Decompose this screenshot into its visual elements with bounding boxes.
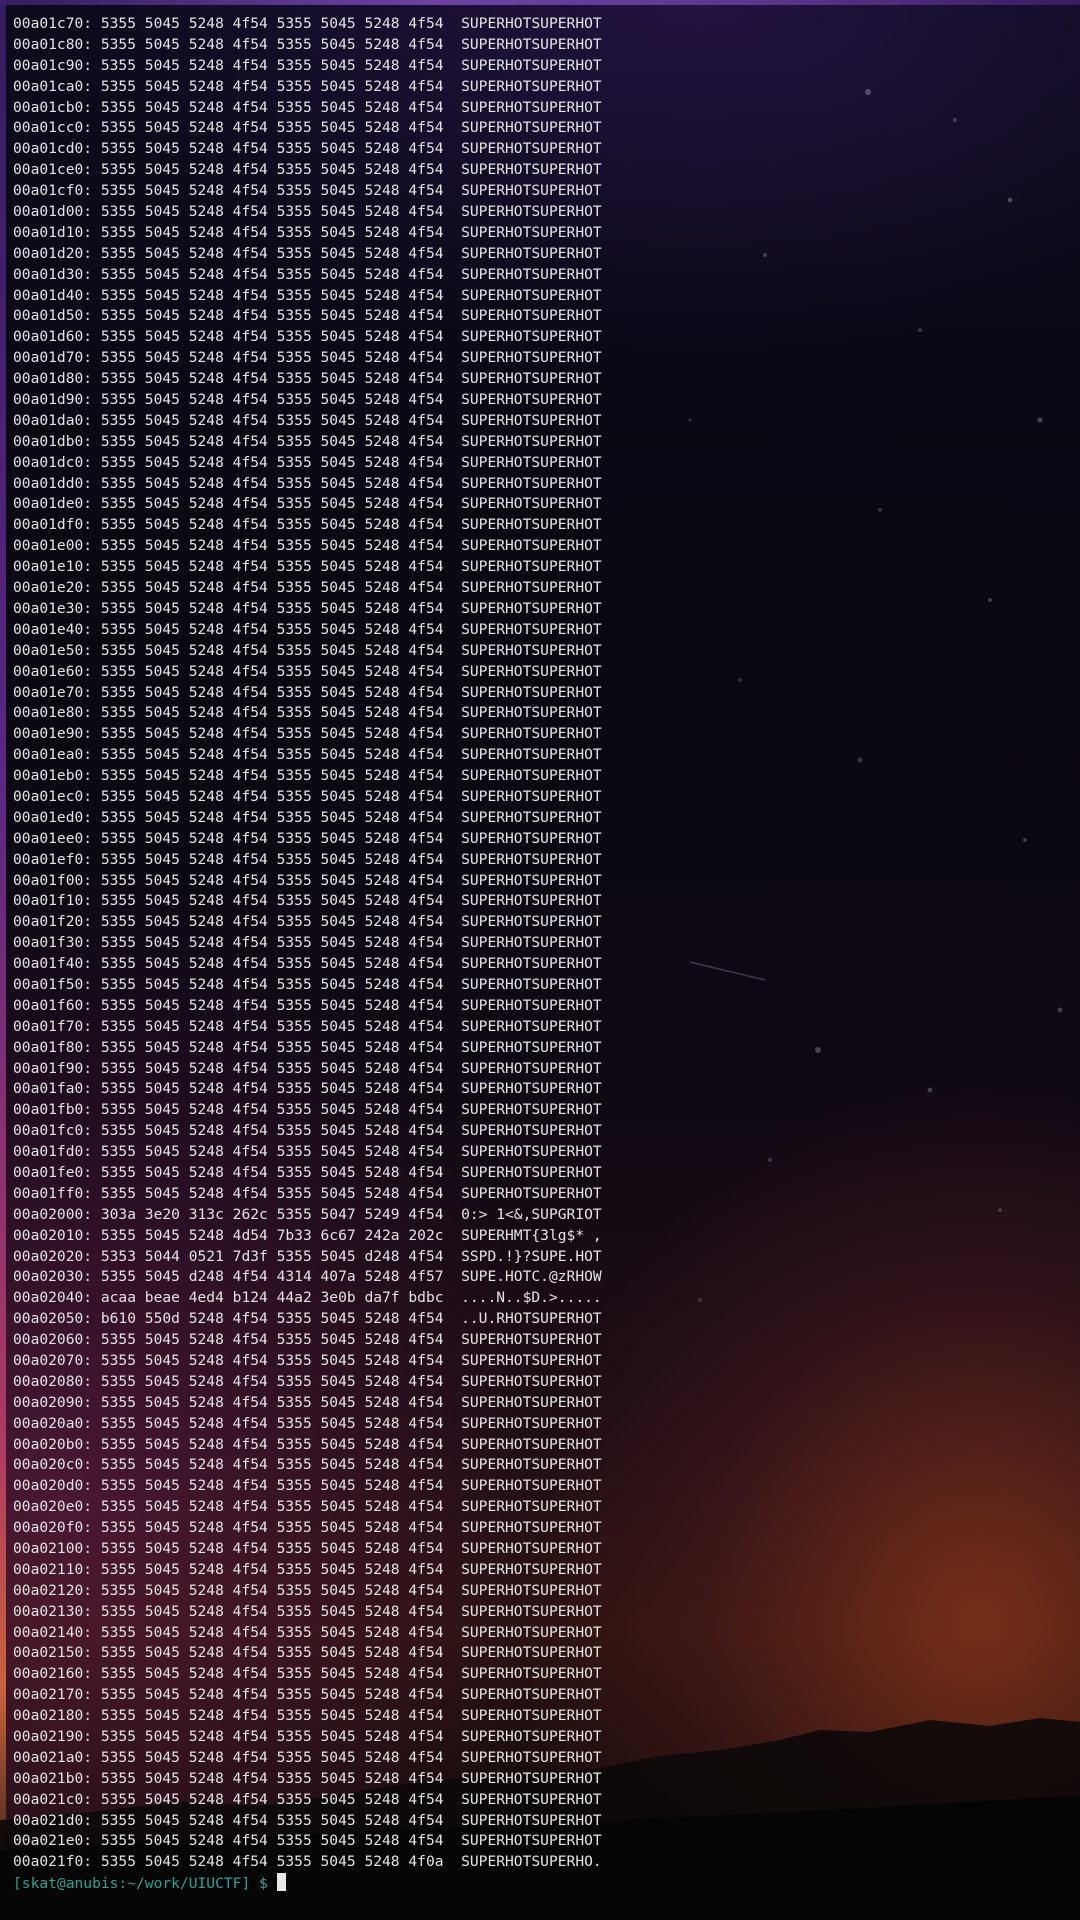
hexdump-line: 00a01d80: 5355 5045 5248 4f54 5355 5045 … xyxy=(13,370,602,388)
hexdump-line: 00a01e80: 5355 5045 5248 4f54 5355 5045 … xyxy=(13,704,602,722)
hexdump-line: 00a02140: 5355 5045 5248 4f54 5355 5045 … xyxy=(13,1623,602,1641)
hexdump-line: 00a021f0: 5355 5045 5248 4f54 5355 5045 … xyxy=(13,1853,602,1871)
hexdump-line: 00a01e30: 5355 5045 5248 4f54 5355 5045 … xyxy=(13,599,602,617)
hexdump-line: 00a02040: acaa beae 4ed4 b124 44a2 3e0b … xyxy=(13,1289,602,1307)
hexdump-line: 00a021c0: 5355 5045 5248 4f54 5355 5045 … xyxy=(13,1790,602,1808)
hexdump-line: 00a01eb0: 5355 5045 5248 4f54 5355 5045 … xyxy=(13,767,602,785)
hexdump-line: 00a01f40: 5355 5045 5248 4f54 5355 5045 … xyxy=(13,955,602,973)
hexdump-line: 00a01f60: 5355 5045 5248 4f54 5355 5045 … xyxy=(13,996,602,1014)
hexdump-line: 00a01cb0: 5355 5045 5248 4f54 5355 5045 … xyxy=(13,98,602,116)
hexdump-line: 00a01e00: 5355 5045 5248 4f54 5355 5045 … xyxy=(13,537,602,555)
hexdump-line: 00a02100: 5355 5045 5248 4f54 5355 5045 … xyxy=(13,1540,602,1558)
hexdump-output[interactable]: 00a01c70: 5355 5045 5248 4f54 5355 5045 … xyxy=(13,14,602,1894)
hexdump-line: 00a01d60: 5355 5045 5248 4f54 5355 5045 … xyxy=(13,328,602,346)
hexdump-line: 00a02060: 5355 5045 5248 4f54 5355 5045 … xyxy=(13,1331,602,1349)
hexdump-line: 00a02070: 5355 5045 5248 4f54 5355 5045 … xyxy=(13,1352,602,1369)
hexdump-line: 00a020e0: 5355 5045 5248 4f54 5355 5045 … xyxy=(13,1498,602,1516)
hexdump-line: 00a020c0: 5355 5045 5248 4f54 5355 5045 … xyxy=(13,1456,602,1474)
shell-prompt: [skat@anubis:~/work/UIUCTF] $ xyxy=(13,1875,277,1893)
hexdump-line: 00a01d40: 5355 5045 5248 4f54 5355 5045 … xyxy=(13,286,602,304)
hexdump-line: 00a01ef0: 5355 5045 5248 4f54 5355 5045 … xyxy=(13,850,602,868)
hexdump-line: 00a02020: 5353 5044 0521 7d3f 5355 5045 … xyxy=(13,1247,602,1265)
hexdump-line: 00a01e40: 5355 5045 5248 4f54 5355 5045 … xyxy=(13,620,602,638)
hexdump-line: 00a02090: 5355 5045 5248 4f54 5355 5045 … xyxy=(13,1393,602,1411)
hexdump-line: 00a01f70: 5355 5045 5248 4f54 5355 5045 … xyxy=(13,1017,602,1035)
hexdump-line: 00a01dd0: 5355 5045 5248 4f54 5355 5045 … xyxy=(13,474,602,492)
hexdump-line: 00a01ca0: 5355 5045 5248 4f54 5355 5045 … xyxy=(13,77,602,95)
hexdump-line: 00a021a0: 5355 5045 5248 4f54 5355 5045 … xyxy=(13,1748,602,1766)
hexdump-line: 00a01ec0: 5355 5045 5248 4f54 5355 5045 … xyxy=(13,787,602,805)
hexdump-line: 00a01f10: 5355 5045 5248 4f54 5355 5045 … xyxy=(13,892,602,910)
hexdump-line: 00a01cd0: 5355 5045 5248 4f54 5355 5045 … xyxy=(13,140,602,158)
hexdump-line: 00a01df0: 5355 5045 5248 4f54 5355 5045 … xyxy=(13,516,602,534)
hexdump-line: 00a01fd0: 5355 5045 5248 4f54 5355 5045 … xyxy=(13,1143,602,1161)
hexdump-line: 00a02160: 5355 5045 5248 4f54 5355 5045 … xyxy=(13,1665,602,1683)
hexdump-line: 00a01cf0: 5355 5045 5248 4f54 5355 5045 … xyxy=(13,182,602,200)
hexdump-line: 00a01d30: 5355 5045 5248 4f54 5355 5045 … xyxy=(13,265,602,283)
hexdump-line: 00a01d70: 5355 5045 5248 4f54 5355 5045 … xyxy=(13,349,602,367)
hexdump-line: 00a01ea0: 5355 5045 5248 4f54 5355 5045 … xyxy=(13,746,602,764)
text-cursor xyxy=(276,1873,286,1892)
hexdump-line: 00a01f20: 5355 5045 5248 4f54 5355 5045 … xyxy=(13,913,602,931)
hexdump-line: 00a021e0: 5355 5045 5248 4f54 5355 5045 … xyxy=(13,1832,602,1850)
hexdump-line: 00a01f50: 5355 5045 5248 4f54 5355 5045 … xyxy=(13,975,602,993)
hexdump-line: 00a01c70: 5355 5045 5248 4f54 5355 5045 … xyxy=(13,15,602,32)
hexdump-line: 00a021b0: 5355 5045 5248 4f54 5355 5045 … xyxy=(13,1769,602,1787)
hexdump-line: 00a01cc0: 5355 5045 5248 4f54 5355 5045 … xyxy=(13,119,602,137)
hexdump-line: 00a01ed0: 5355 5045 5248 4f54 5355 5045 … xyxy=(13,808,602,826)
hexdump-line: 00a01d10: 5355 5045 5248 4f54 5355 5045 … xyxy=(13,223,602,241)
hexdump-line: 00a01de0: 5355 5045 5248 4f54 5355 5045 … xyxy=(13,495,602,513)
terminal-window[interactable]: 00a01c70: 5355 5045 5248 4f54 5355 5045 … xyxy=(0,0,1080,1920)
hexdump-line: 00a02010: 5355 5045 5248 4d54 7b33 6c67 … xyxy=(13,1226,602,1244)
hexdump-line: 00a020d0: 5355 5045 5248 4f54 5355 5045 … xyxy=(13,1477,602,1495)
hexdump-line: 00a021d0: 5355 5045 5248 4f54 5355 5045 … xyxy=(13,1811,602,1829)
hexdump-line: 00a02080: 5355 5045 5248 4f54 5355 5045 … xyxy=(13,1372,602,1390)
hexdump-line: 00a01c90: 5355 5045 5248 4f54 5355 5045 … xyxy=(13,56,602,74)
hexdump-line: 00a01fc0: 5355 5045 5248 4f54 5355 5045 … xyxy=(13,1122,602,1140)
hexdump-line: 00a02150: 5355 5045 5248 4f54 5355 5045 … xyxy=(13,1644,602,1662)
hexdump-line: 00a01e60: 5355 5045 5248 4f54 5355 5045 … xyxy=(13,662,602,680)
hexdump-line: 00a02000: 303a 3e20 313c 262c 5355 5047 … xyxy=(13,1205,602,1223)
hexdump-line: 00a01d00: 5355 5045 5248 4f54 5355 5045 … xyxy=(13,203,602,221)
shell-prompt-line[interactable]: [skat@anubis:~/work/UIUCTF] $ xyxy=(13,1873,602,1894)
hexdump-line: 00a01e90: 5355 5045 5248 4f54 5355 5045 … xyxy=(13,725,602,743)
hexdump-line: 00a020a0: 5355 5045 5248 4f54 5355 5045 … xyxy=(13,1414,602,1432)
hexdump-line: 00a01d50: 5355 5045 5248 4f54 5355 5045 … xyxy=(13,307,602,325)
hexdump-line: 00a020b0: 5355 5045 5248 4f54 5355 5045 … xyxy=(13,1435,602,1453)
hexdump-line: 00a020f0: 5355 5045 5248 4f54 5355 5045 … xyxy=(13,1519,602,1537)
hexdump-line: 00a01da0: 5355 5045 5248 4f54 5355 5045 … xyxy=(13,411,602,429)
hexdump-line: 00a01f00: 5355 5045 5248 4f54 5355 5045 … xyxy=(13,871,602,889)
hexdump-line: 00a01ff0: 5355 5045 5248 4f54 5355 5045 … xyxy=(13,1184,602,1202)
hexdump-line: 00a01fe0: 5355 5045 5248 4f54 5355 5045 … xyxy=(13,1163,602,1181)
hexdump-line: 00a02180: 5355 5045 5248 4f54 5355 5045 … xyxy=(13,1707,602,1725)
hexdump-line: 00a01f80: 5355 5045 5248 4f54 5355 5045 … xyxy=(13,1038,602,1056)
hexdump-line: 00a02120: 5355 5045 5248 4f54 5355 5045 … xyxy=(13,1581,602,1599)
hexdump-line: 00a02110: 5355 5045 5248 4f54 5355 5045 … xyxy=(13,1560,602,1578)
hexdump-line: 00a01fb0: 5355 5045 5248 4f54 5355 5045 … xyxy=(13,1101,602,1119)
hexdump-line: 00a01e10: 5355 5045 5248 4f54 5355 5045 … xyxy=(13,558,602,576)
hexdump-line: 00a01ee0: 5355 5045 5248 4f54 5355 5045 … xyxy=(13,829,602,847)
hexdump-line: 00a01f90: 5355 5045 5248 4f54 5355 5045 … xyxy=(13,1059,602,1077)
hexdump-line: 00a02190: 5355 5045 5248 4f54 5355 5045 … xyxy=(13,1728,602,1746)
hexdump-line: 00a02030: 5355 5045 d248 4f54 4314 407a … xyxy=(13,1268,602,1286)
hexdump-line: 00a01f30: 5355 5045 5248 4f54 5355 5045 … xyxy=(13,934,602,952)
hexdump-line: 00a01fa0: 5355 5045 5248 4f54 5355 5045 … xyxy=(13,1080,602,1098)
hexdump-line: 00a01d20: 5355 5045 5248 4f54 5355 5045 … xyxy=(13,244,602,262)
hexdump-line: 00a01db0: 5355 5045 5248 4f54 5355 5045 … xyxy=(13,432,602,450)
hexdump-line: 00a01e50: 5355 5045 5248 4f54 5355 5045 … xyxy=(13,641,602,659)
hexdump-line: 00a01e20: 5355 5045 5248 4f54 5355 5045 … xyxy=(13,579,602,597)
hexdump-line: 00a01e70: 5355 5045 5248 4f54 5355 5045 … xyxy=(13,683,602,701)
hexdump-line: 00a01c80: 5355 5045 5248 4f54 5355 5045 … xyxy=(13,35,602,53)
hexdump-line: 00a02050: b610 550d 5248 4f54 5355 5045 … xyxy=(13,1310,602,1328)
hexdump-line: 00a02130: 5355 5045 5248 4f54 5355 5045 … xyxy=(13,1602,602,1620)
hexdump-line: 00a01d90: 5355 5045 5248 4f54 5355 5045 … xyxy=(13,391,602,409)
hexdump-line: 00a01ce0: 5355 5045 5248 4f54 5355 5045 … xyxy=(13,161,602,179)
hexdump-line: 00a02170: 5355 5045 5248 4f54 5355 5045 … xyxy=(13,1686,602,1704)
hexdump-line: 00a01dc0: 5355 5045 5248 4f54 5355 5045 … xyxy=(13,453,602,471)
